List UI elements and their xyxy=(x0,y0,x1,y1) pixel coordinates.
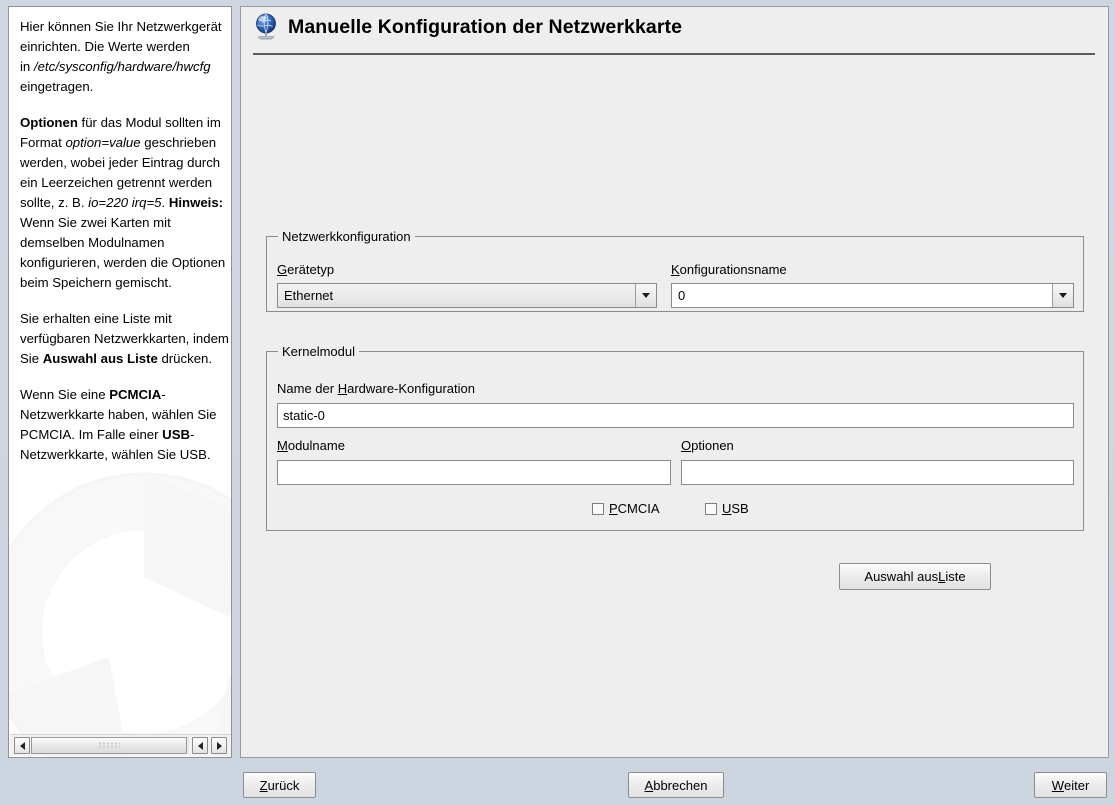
scroll-left-button[interactable] xyxy=(14,737,30,754)
device-type-label: Gerätetyp xyxy=(277,262,334,277)
help-paragraph-4: Wenn Sie eine PCMCIA-Netzwerkkarte haben… xyxy=(20,385,231,465)
label-mnemonic: U xyxy=(722,501,732,516)
label-mnemonic: G xyxy=(277,262,288,277)
help-run-text: Hier können Sie Ihr Netzwerkgerät einric… xyxy=(20,19,222,54)
scrollbar-thumb[interactable] xyxy=(31,737,187,754)
label-suffix: ptionen xyxy=(691,438,734,453)
label-suffix: bbrechen xyxy=(653,777,708,793)
label-mnemonic: L xyxy=(938,569,946,584)
help-panel: Hier können Sie Ihr Netzwerkgerät einric… xyxy=(8,6,232,758)
config-name-label: Konfigurationsname xyxy=(671,262,787,277)
label-suffix: SB xyxy=(731,501,749,516)
pcmcia-checkbox-row[interactable]: PCMCIA xyxy=(592,501,660,516)
label-suffix: onfigurationsname xyxy=(679,262,787,277)
device-type-dropdown-button[interactable] xyxy=(635,284,656,307)
label-suffix: eiter xyxy=(1063,777,1090,793)
label-mnemonic: P xyxy=(609,501,618,516)
scroll-step-left-button[interactable] xyxy=(192,737,208,754)
help-paragraph-3: Sie erhalten eine Liste mit verfügbaren … xyxy=(20,309,231,369)
label-suffix: ardware-Konfiguration xyxy=(347,381,475,396)
cancel-button[interactable]: Abbrechen xyxy=(628,772,724,798)
help-run-italic: option=value xyxy=(65,135,141,150)
label-mnemonic: A xyxy=(644,777,654,793)
usb-checkbox-label: USB xyxy=(722,501,749,516)
help-run-text: eingetragen. xyxy=(20,79,94,94)
back-button[interactable]: Zurück xyxy=(243,772,316,798)
chevron-down-icon xyxy=(642,293,650,298)
triangle-right-icon xyxy=(216,741,222,750)
label-mnemonic: O xyxy=(681,438,692,453)
pcmcia-checkbox-label: PCMCIA xyxy=(609,501,660,516)
scroll-step-right-button[interactable] xyxy=(211,737,227,754)
kernel-group-legend: Kernelmodul xyxy=(278,344,359,359)
network-configuration-group: Netzwerkkonfiguration Gerätetyp Ethernet… xyxy=(266,229,1084,312)
network-group-legend: Netzwerkkonfiguration xyxy=(278,229,415,244)
help-run-bold: Hinweis: xyxy=(168,195,224,210)
help-run-text: Wenn Sie zwei Karten mit demselben Modul… xyxy=(20,215,226,290)
help-run-text: . xyxy=(161,195,169,210)
help-text-body: Hier können Sie Ihr Netzwerkgerät einric… xyxy=(9,7,231,473)
help-horizontal-scrollbar[interactable] xyxy=(10,734,231,756)
help-paragraph-2: Optionen für das Modul sollten im Format… xyxy=(20,113,231,293)
triangle-left-icon xyxy=(19,741,25,750)
scrollbar-trough[interactable] xyxy=(31,737,189,754)
help-run-text: Wenn Sie eine xyxy=(20,387,110,402)
dialog-header: Manuelle Konfiguration der Netzwerkkarte xyxy=(241,7,1108,55)
device-type-combobox[interactable]: Ethernet xyxy=(277,283,657,308)
config-name-combobox[interactable]: 0 xyxy=(671,283,1074,308)
help-run-italic: io=220 irq=5 xyxy=(88,195,162,210)
label-mnemonic: W xyxy=(1051,777,1064,793)
grip-dots-icon xyxy=(98,742,120,749)
label-prefix: Auswahl aus xyxy=(864,569,939,584)
label-suffix: urück xyxy=(267,777,300,793)
title-separator xyxy=(253,53,1095,55)
label-mnemonic: K xyxy=(671,262,680,277)
network-globe-icon xyxy=(256,13,276,40)
hardware-config-name-label: Name der Hardware-Konfiguration xyxy=(277,381,475,396)
label-suffix: odulname xyxy=(287,438,345,453)
kernel-module-group: Kernelmodul Name der Hardware-Konfigurat… xyxy=(266,344,1084,531)
select-from-list-button[interactable]: Auswahl aus Liste xyxy=(839,563,991,590)
triangle-left-icon xyxy=(197,741,203,750)
help-run-italic: /etc/sysconfig/hardware/hwcfg xyxy=(33,59,211,74)
label-mnemonic: H xyxy=(337,381,348,396)
help-run-bold: PCMCIA xyxy=(109,387,162,402)
config-name-dropdown-button[interactable] xyxy=(1052,284,1073,307)
label-mnemonic: Z xyxy=(259,777,268,793)
scroll-stepper-group xyxy=(192,737,227,754)
hardware-config-name-input[interactable] xyxy=(277,403,1074,428)
help-run-text: drücken. xyxy=(157,351,213,366)
options-label: Optionen xyxy=(681,438,734,453)
config-name-value[interactable]: 0 xyxy=(672,284,1052,307)
label-suffix: erätetyp xyxy=(287,262,335,277)
help-run-bold: Auswahl aus Liste xyxy=(42,351,158,366)
module-name-input[interactable] xyxy=(277,460,671,485)
help-run-bold: USB xyxy=(162,427,191,442)
main-content-panel: Manuelle Konfiguration der Netzwerkkarte… xyxy=(240,6,1109,758)
help-run-bold: Optionen xyxy=(20,115,78,130)
usb-checkbox-row[interactable]: USB xyxy=(705,501,749,516)
label-suffix: iste xyxy=(945,569,966,584)
usb-checkbox[interactable] xyxy=(705,502,717,515)
help-run-text: in xyxy=(20,59,34,74)
pcmcia-checkbox[interactable] xyxy=(592,502,604,515)
module-name-label: Modulname xyxy=(277,438,345,453)
label-prefix: Name der xyxy=(277,381,338,396)
yast-dialog-window: Hier können Sie Ihr Netzwerkgerät einric… xyxy=(0,0,1115,805)
device-type-value: Ethernet xyxy=(278,284,635,307)
help-paragraph-1: Hier können Sie Ihr Netzwerkgerät einric… xyxy=(20,17,231,97)
dialog-button-bar: Zurück Abbrechen Weiter xyxy=(0,764,1115,805)
watermark-globe-icon xyxy=(9,472,231,757)
next-button[interactable]: Weiter xyxy=(1034,772,1107,798)
label-mnemonic: M xyxy=(277,438,288,453)
options-input[interactable] xyxy=(681,460,1074,485)
chevron-down-icon xyxy=(1059,293,1067,298)
label-suffix: CMCIA xyxy=(617,501,660,516)
page-title: Manuelle Konfiguration der Netzwerkkarte xyxy=(288,15,683,38)
